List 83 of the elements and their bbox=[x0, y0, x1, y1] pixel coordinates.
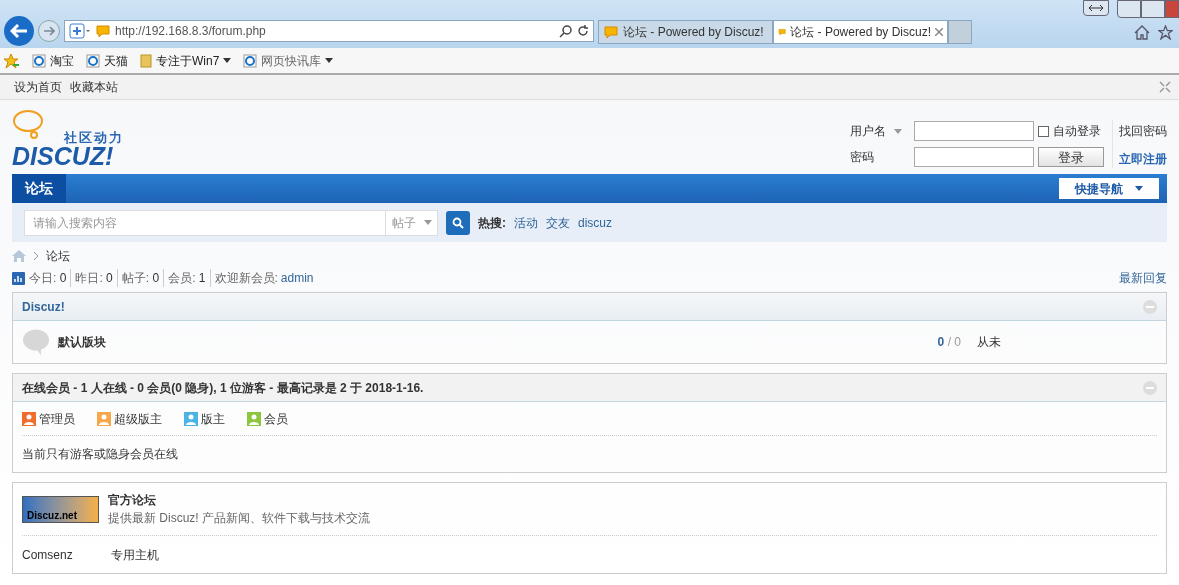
forum-last-post: 从未 bbox=[977, 334, 1002, 351]
forgot-password-link[interactable]: 找回密码 bbox=[1119, 122, 1167, 140]
caret-icon bbox=[423, 220, 432, 225]
password-field[interactable] bbox=[914, 147, 1034, 167]
favorites-item[interactable]: 专注于Win7 bbox=[140, 51, 232, 70]
hot-search-link[interactable]: 交友 bbox=[546, 213, 570, 232]
tab-title: 论坛 - Powered by Discuz! bbox=[790, 24, 931, 41]
browser-tab[interactable]: 论坛 - Powered by Discuz! bbox=[773, 20, 948, 44]
caret-icon bbox=[1135, 186, 1143, 191]
search-icon bbox=[559, 24, 573, 38]
username-label: 用户名 bbox=[850, 123, 886, 140]
caret-icon bbox=[325, 58, 334, 63]
legend-label: 超级版主 bbox=[114, 410, 162, 428]
resize-icon bbox=[1089, 5, 1103, 11]
speech-bubble-icon bbox=[22, 329, 50, 355]
tab-title: 论坛 - Powered by Discuz! bbox=[623, 24, 764, 41]
resize-button[interactable] bbox=[1083, 0, 1109, 16]
page-icon bbox=[86, 53, 100, 68]
hot-search-link[interactable]: 活动 bbox=[514, 213, 538, 232]
hot-search-link[interactable]: discuz bbox=[578, 213, 612, 232]
refresh-icon bbox=[577, 25, 589, 37]
back-button[interactable] bbox=[4, 16, 34, 46]
shield-icon bbox=[69, 23, 91, 39]
back-arrow-icon bbox=[10, 24, 28, 38]
discuz-net-logo[interactable]: Discuz.net bbox=[22, 495, 99, 523]
stats-item: 昨日: 0 bbox=[71, 269, 118, 287]
page-icon bbox=[243, 53, 258, 68]
search-field[interactable]: 请输入搜索内容 bbox=[24, 209, 386, 236]
forward-arrow-icon bbox=[43, 26, 55, 36]
text-link[interactable]: Comsenz bbox=[22, 545, 73, 564]
favorites-icon[interactable] bbox=[4, 52, 20, 69]
caret-icon bbox=[223, 58, 232, 63]
maximize-button[interactable] bbox=[1141, 0, 1165, 18]
chevron-right-icon bbox=[34, 252, 38, 260]
legend-label: 版主 bbox=[201, 410, 225, 428]
logo-bubble-icon bbox=[12, 110, 46, 142]
forum-name[interactable]: 默认版块 bbox=[58, 333, 106, 351]
favorites-item[interactable]: 网页快讯库 bbox=[243, 51, 334, 70]
register-link[interactable]: 立即注册 bbox=[1119, 150, 1167, 168]
close-icon[interactable] bbox=[935, 28, 943, 36]
forward-button[interactable] bbox=[38, 20, 60, 42]
stats-item: 帖子: 0 bbox=[117, 269, 165, 287]
legend-label: 会员 bbox=[264, 410, 288, 428]
member-link[interactable]: admin bbox=[277, 269, 314, 287]
stats-item: 今日: 0 bbox=[25, 269, 72, 287]
password-label: 密码 bbox=[850, 149, 875, 166]
online-title: 在线会员 - 1 人在线 - 0 会员(0 隐身), 1 位游客 - 最高记录是 2 于 2018-1-16. bbox=[22, 379, 424, 397]
favorites-item[interactable]: 淘宝 bbox=[32, 51, 74, 70]
quick-nav-button[interactable]: 快捷导航 bbox=[1059, 178, 1159, 199]
address-field[interactable]: http://192.168.8.3/forum.php bbox=[64, 20, 594, 42]
legend-label: 管理员 bbox=[39, 410, 75, 428]
top-link[interactable]: 收藏本站 bbox=[70, 78, 118, 96]
category-title[interactable]: Discuz! bbox=[22, 297, 65, 316]
search-icon bbox=[452, 216, 464, 229]
logo-tagline: 社区动力 bbox=[64, 129, 124, 147]
top-link[interactable]: 设为首页 bbox=[14, 78, 62, 96]
link-description: 提供最新 Discuz! 产品新闻、软件下载与技术交流 bbox=[108, 510, 370, 527]
star-icon[interactable] bbox=[1158, 25, 1173, 40]
caret-icon bbox=[894, 128, 902, 134]
latest-replies-link[interactable]: 最新回复 bbox=[1119, 269, 1167, 287]
nav-tab[interactable]: 论坛 bbox=[12, 174, 66, 203]
login-button[interactable]: 登录 bbox=[1038, 147, 1104, 167]
browser-tab[interactable]: 论坛 - Powered by Discuz! bbox=[598, 20, 773, 44]
username-field[interactable] bbox=[914, 121, 1034, 141]
home-icon[interactable] bbox=[1134, 25, 1150, 40]
stats-icon bbox=[12, 271, 25, 285]
auto-login-checkbox[interactable]: 自动登录 bbox=[1038, 122, 1104, 140]
online-message: 当前只有游客或隐身会员在线 bbox=[22, 446, 178, 463]
breadcrumb-item[interactable]: 论坛 bbox=[46, 247, 70, 265]
link-title[interactable]: 官方论坛 bbox=[108, 491, 370, 509]
folder-icon bbox=[140, 53, 152, 68]
hot-search-label: 热搜: bbox=[478, 214, 506, 232]
text-link[interactable]: 专用主机 bbox=[110, 545, 159, 564]
stats-item: 会员: 1 bbox=[164, 269, 211, 287]
address-text: http://192.168.8.3/forum.php bbox=[115, 23, 267, 40]
new-tab-button[interactable] bbox=[948, 20, 972, 44]
favorites-item[interactable]: 天猫 bbox=[86, 51, 128, 70]
welcome-label: 欢迎新会员: bbox=[213, 270, 278, 287]
page-icon bbox=[32, 53, 46, 68]
minimize-button[interactable] bbox=[1117, 0, 1141, 18]
collapse-icon[interactable] bbox=[1159, 81, 1171, 93]
forum-counts: 0 / 0 bbox=[936, 334, 961, 351]
search-button[interactable] bbox=[446, 210, 470, 235]
